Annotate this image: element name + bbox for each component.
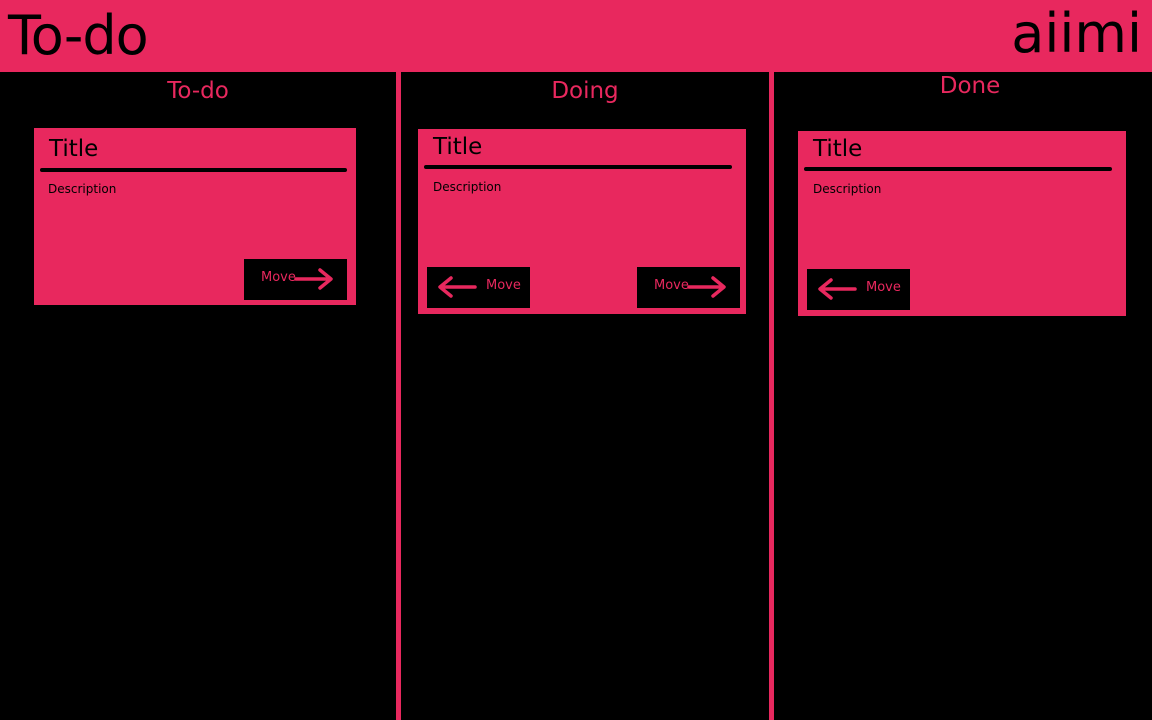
card-title-rule — [424, 165, 732, 169]
column-divider — [769, 72, 774, 720]
card-description: Description — [48, 182, 117, 196]
column-heading-todo: To-do — [167, 78, 229, 104]
card-description: Description — [433, 180, 502, 194]
arrow-left-icon — [438, 276, 477, 298]
move-right-button[interactable]: Move — [637, 267, 740, 308]
app-header: To-do aiimi — [0, 0, 1152, 72]
move-button-label: Move — [486, 278, 521, 293]
brand-logo: aiimi — [1011, 2, 1142, 65]
column-heading-doing: Doing — [551, 78, 619, 104]
move-right-button[interactable]: Move — [244, 259, 347, 300]
move-left-button[interactable]: Move — [807, 269, 910, 310]
card-description: Description — [813, 182, 882, 196]
card-title: Title — [433, 134, 483, 160]
move-button-label: Move — [654, 278, 689, 293]
move-button-label: Move — [261, 270, 296, 285]
move-button-label: Move — [866, 280, 901, 295]
arrow-right-icon — [687, 276, 726, 298]
column-divider — [396, 72, 401, 720]
card-title: Title — [49, 136, 99, 162]
task-card-done[interactable]: Title Description Move — [798, 131, 1126, 316]
task-card-doing[interactable]: Title Description Move Move — [418, 129, 746, 314]
card-title-rule — [804, 167, 1112, 171]
card-title-rule — [40, 168, 347, 172]
move-left-button[interactable]: Move — [427, 267, 530, 308]
arrow-left-icon — [818, 278, 857, 300]
arrow-right-icon — [294, 268, 333, 290]
app-title: To-do — [8, 4, 149, 67]
card-title: Title — [813, 136, 863, 162]
task-card-todo[interactable]: Title Description Move — [34, 128, 356, 305]
column-heading-done: Done — [939, 73, 1001, 99]
